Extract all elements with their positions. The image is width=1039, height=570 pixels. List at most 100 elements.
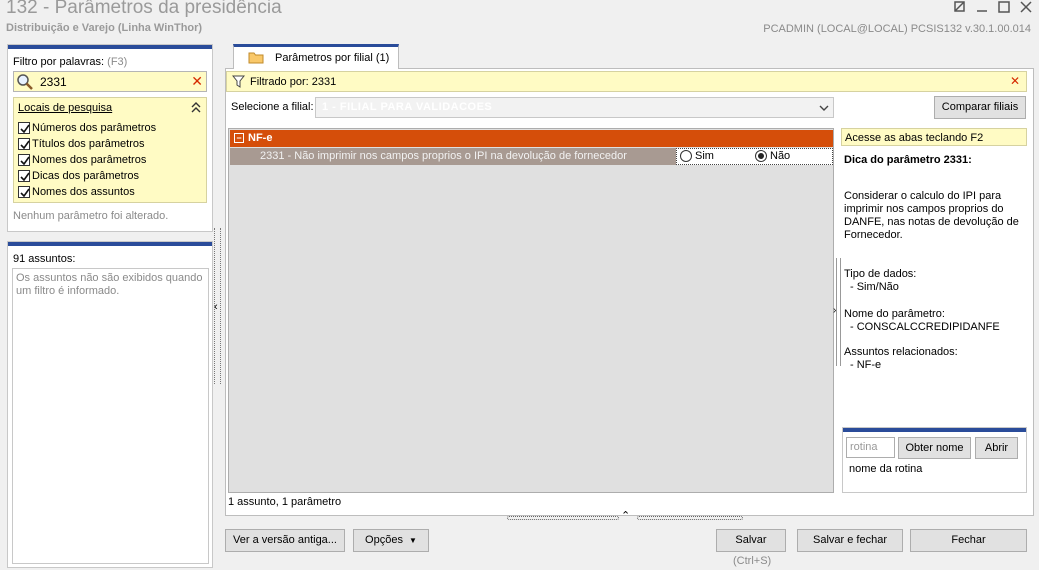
clear-search-icon[interactable]: ✕ (191, 73, 203, 90)
subjects-empty-message: Os assuntos não são exibidos quando um f… (16, 272, 203, 297)
option-nao-label: Não (770, 150, 791, 162)
location-subjects-label: Nomes dos assuntos (32, 186, 135, 198)
close-button[interactable]: Fechar (910, 529, 1027, 552)
location-names-checkbox[interactable]: Nomes dos parâmetros (18, 152, 146, 168)
panel-accent-bar (843, 428, 1026, 432)
location-tips-label: Dicas dos parâmetros (32, 170, 139, 182)
option-nao-radio[interactable]: Não (755, 150, 790, 162)
subjects-count: 91 assuntos: (13, 253, 76, 265)
rotina-input[interactable]: rotina (846, 437, 895, 458)
tabs-hint-text: Acesse as abas teclando F2 (845, 132, 984, 144)
no-change-status: Nenhum parâmetro foi alterado. (13, 210, 169, 222)
save-and-close-button[interactable]: Salvar e fechar (797, 529, 903, 552)
search-locations-title: Locais de pesquisa (18, 102, 113, 114)
search-input[interactable]: 2331 ✕ (13, 71, 207, 92)
subjects-list: Os assuntos não são exibidos quando um f… (12, 268, 209, 564)
funnel-icon (231, 75, 246, 89)
panel-accent-bar (8, 45, 212, 49)
chevron-up-icon[interactable]: ⌃ (621, 509, 630, 522)
location-tips-checkbox[interactable]: Dicas dos parâmetros (18, 168, 139, 184)
active-filter-text: Filtrado por: 2331 (250, 76, 337, 88)
save-shortcut-hint: (Ctrl+S) (733, 555, 772, 567)
subjects-panel: 91 assuntos: Os assuntos não são exibido… (7, 241, 213, 568)
location-numbers-checkbox[interactable]: Números dos parâmetros (18, 120, 156, 136)
grid-status: 1 assunto, 1 parâmetro (228, 496, 342, 508)
get-name-button[interactable]: Obter nome (898, 437, 971, 459)
window-title: 132 - Parâmetros da presidência (6, 0, 282, 18)
old-version-button[interactable]: Ver a versão antiga... (225, 529, 345, 552)
tip-title: Dica do parâmetro 2331: (844, 154, 972, 166)
open-button[interactable]: Abrir (975, 437, 1018, 459)
close-window-icon[interactable] (1019, 0, 1033, 14)
title-bar: 132 - Parâmetros da presidência Distribu… (0, 0, 1039, 38)
location-names-label: Nomes dos parâmetros (32, 154, 147, 166)
bottom-splitter[interactable]: ⌃ (507, 510, 743, 522)
search-icon (16, 73, 34, 91)
checkbox-checked-icon[interactable] (18, 138, 30, 150)
branch-selected-value: 1 - FILIAL PARA VALIDACOES (322, 101, 493, 113)
param-name-value: - CONSCALCCREDIPIDANFE (850, 321, 1000, 333)
radio-checked-icon[interactable] (755, 150, 767, 162)
parameter-value-radio-group: Sim Não (676, 148, 833, 165)
chevron-right-icon[interactable]: › (833, 305, 836, 316)
rotina-name-text: nome da rotina (849, 463, 923, 475)
option-sim-radio[interactable]: Sim (680, 150, 714, 162)
minimize-icon[interactable] (975, 0, 989, 14)
chevron-down-icon[interactable] (819, 103, 829, 111)
group-header-nfe[interactable]: − NF-e (230, 130, 833, 147)
tip-description: Considerar o calculo do IPI para imprimi… (844, 190, 1019, 241)
save-button[interactable]: Salvar (716, 529, 786, 552)
tabs-hint-strip: Acesse as abas teclando F2 (841, 128, 1027, 146)
splitter-grip (507, 516, 619, 520)
folder-icon (248, 51, 264, 64)
parameters-grid: − NF-e 2331 - Não imprimir nos campos pr… (228, 128, 834, 493)
option-sim-label: Sim (695, 150, 714, 162)
rotina-panel: rotina Obter nome Abrir nome da rotina (842, 427, 1027, 493)
branch-label: Selecione a filial: (231, 101, 314, 113)
tab-parametros-por-filial[interactable]: Parâmetros por filial (1) (233, 44, 399, 69)
checkbox-checked-icon[interactable] (18, 170, 30, 182)
related-subjects-label: Assuntos relacionados: (844, 346, 958, 358)
group-title: NF-e (248, 132, 273, 144)
user-info: PCADMIN (LOCAL@LOCAL) PCSIS132 v.30.1.00… (763, 23, 1031, 35)
location-titles-checkbox[interactable]: Títulos dos parâmetros (18, 136, 145, 152)
branch-select[interactable]: 1 - FILIAL PARA VALIDACOES (315, 97, 834, 118)
options-label: Opções (365, 534, 403, 546)
tab-count: (1) (375, 52, 390, 64)
parameter-row-2331[interactable]: 2331 - Não imprimir nos campos proprios … (230, 148, 833, 165)
dropdown-caret-icon: ▼ (409, 536, 417, 545)
clear-filter-icon[interactable]: ✕ (1010, 74, 1020, 88)
active-filter-strip: Filtrado por: 2331 ✕ (226, 71, 1027, 92)
filter-label: Filtro por palavras: (F3) (13, 56, 127, 68)
checkbox-checked-icon[interactable] (18, 154, 30, 166)
options-button[interactable]: Opções ▼ (353, 529, 429, 552)
splitter-grip (637, 516, 743, 520)
location-subjects-checkbox[interactable]: Nomes dos assuntos (18, 184, 135, 200)
data-type-label: Tipo de dados: (844, 268, 917, 280)
restore-icon[interactable] (953, 0, 967, 14)
filter-label-text: Filtro por palavras: (13, 56, 105, 68)
window-subtitle: Distribuição e Varejo (Linha WinThor) (6, 22, 203, 34)
search-value[interactable]: 2331 (40, 75, 67, 89)
parameter-description: 2331 - Não imprimir nos campos proprios … (260, 150, 627, 162)
filter-panel: Filtro por palavras: (F3) 2331 ✕ Locais … (7, 44, 213, 232)
location-numbers-label: Números dos parâmetros (32, 122, 157, 134)
maximize-icon[interactable] (997, 0, 1011, 14)
tab-label-text: Parâmetros por filial (275, 52, 373, 64)
chevron-left-icon[interactable]: ‹ (214, 301, 218, 313)
collapse-chevron-icon[interactable] (191, 101, 201, 113)
collapse-group-icon[interactable]: − (234, 133, 244, 143)
search-locations-box: Locais de pesquisa Números dos parâmetro… (13, 97, 207, 203)
related-subjects-value: - NF-e (850, 359, 882, 371)
checkbox-checked-icon[interactable] (18, 186, 30, 198)
data-type-value: - Sim/Não (850, 281, 899, 293)
location-titles-label: Títulos dos parâmetros (32, 138, 145, 150)
compare-branches-button[interactable]: Comparar filiais (934, 96, 1026, 119)
right-splitter[interactable] (836, 258, 841, 366)
param-name-label: Nome do parâmetro: (844, 308, 945, 320)
old-version-label: Ver a versão antiga... (233, 534, 337, 546)
checkbox-checked-icon[interactable] (18, 122, 30, 134)
window-controls (953, 0, 1033, 16)
filter-shortcut-hint: (F3) (107, 56, 128, 68)
radio-unchecked-icon[interactable] (680, 150, 692, 162)
